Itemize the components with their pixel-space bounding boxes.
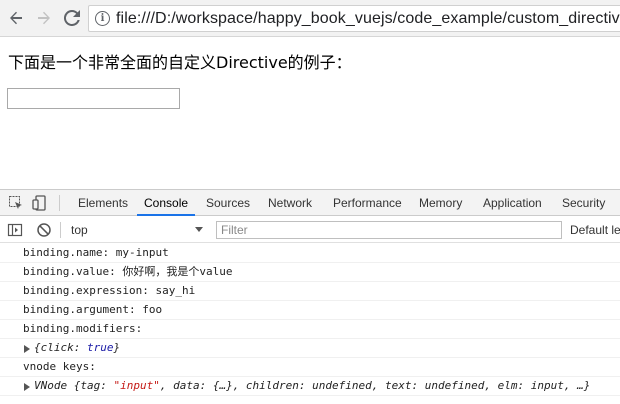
tab-network[interactable]: Network <box>268 190 312 216</box>
expand-triangle-icon[interactable] <box>24 383 30 391</box>
address-bar[interactable]: i file:///D:/workspace/happy_book_vuejs/… <box>88 5 620 32</box>
expand-triangle-icon[interactable] <box>24 345 30 353</box>
object-rest: , data: {…}, children: undefined, text: … <box>159 379 591 392</box>
clear-console-icon[interactable] <box>36 222 52 238</box>
message-text: binding.modifiers: <box>23 322 143 335</box>
custom-directive-input[interactable] <box>7 88 180 109</box>
inspect-element-icon[interactable] <box>8 195 24 211</box>
arrow-left-icon <box>10 11 22 25</box>
object-suffix: } <box>113 341 121 354</box>
message-text: binding.argument: foo <box>23 303 163 316</box>
object-tag-value: "input" <box>113 379 160 392</box>
log-levels-dropdown[interactable]: Default le <box>570 223 620 237</box>
tab-performance[interactable]: Performance <box>333 190 402 216</box>
reload-button[interactable] <box>62 8 82 28</box>
tab-application[interactable]: Application <box>483 190 542 216</box>
object-prefix: VNode {tag: <box>34 379 114 392</box>
context-selector[interactable]: top <box>71 223 88 237</box>
chevron-down-icon[interactable] <box>195 227 203 232</box>
modifiers-object[interactable]: {click: true} <box>34 339 120 357</box>
message-text: vnode keys: <box>23 360 96 373</box>
message-text: binding.value: 你好啊，我是个value <box>23 265 233 278</box>
object-value: true <box>86 341 114 354</box>
filter-input[interactable]: Filter <box>216 221 562 239</box>
console-message: binding.argument: foo <box>0 301 620 320</box>
tab-console[interactable]: Console <box>137 190 196 216</box>
console-message: binding.modifiers: <box>0 320 620 339</box>
tab-memory[interactable]: Memory <box>419 190 462 216</box>
console-message: binding.name: my-input <box>0 244 620 263</box>
console-message: vnode keys: <box>0 358 620 377</box>
message-text: binding.name: my-input <box>23 246 169 259</box>
console-object-row[interactable]: VNode {tag: "input", data: {…}, children… <box>0 377 620 396</box>
object-prefix: {click: <box>34 341 87 354</box>
page-heading: 下面是一个非常全面的自定义Directive的例子： <box>8 53 352 72</box>
tabbar-divider <box>59 195 60 211</box>
vnode-object[interactable]: VNode {tag: "input", data: {…}, children… <box>34 377 590 395</box>
toolbar-divider <box>60 222 61 238</box>
console-message: binding.value: 你好啊，我是个value <box>0 263 620 282</box>
console-object-row[interactable]: {click: true} <box>0 339 620 358</box>
tab-security[interactable]: Security <box>562 190 605 216</box>
device-toolbar-icon[interactable] <box>32 195 48 211</box>
message-text: binding.expression: say_hi <box>23 284 196 297</box>
tab-sources[interactable]: Sources <box>206 190 250 216</box>
console-messages: binding.name: my-input binding.value: 你好… <box>0 244 620 404</box>
console-message: binding.expression: say_hi <box>0 282 620 301</box>
tab-elements[interactable]: Elements <box>78 190 128 216</box>
url-text: file:///D:/workspace/happy_book_vuejs/co… <box>116 10 620 27</box>
console-toolbar: top Filter Default le <box>0 217 620 243</box>
browser-toolbar: i file:///D:/workspace/happy_book_vuejs/… <box>0 0 620 37</box>
devtools-panel: Elements Console Sources Network Perform… <box>0 189 620 404</box>
info-icon[interactable]: i <box>95 11 110 26</box>
sidebar-toggle-icon[interactable] <box>7 222 23 238</box>
reload-icon <box>64 10 80 26</box>
back-button[interactable] <box>6 8 26 28</box>
devtools-tabbar: Elements Console Sources Network Perform… <box>0 190 620 216</box>
arrow-right-icon <box>38 11 50 25</box>
forward-button[interactable] <box>34 8 54 28</box>
